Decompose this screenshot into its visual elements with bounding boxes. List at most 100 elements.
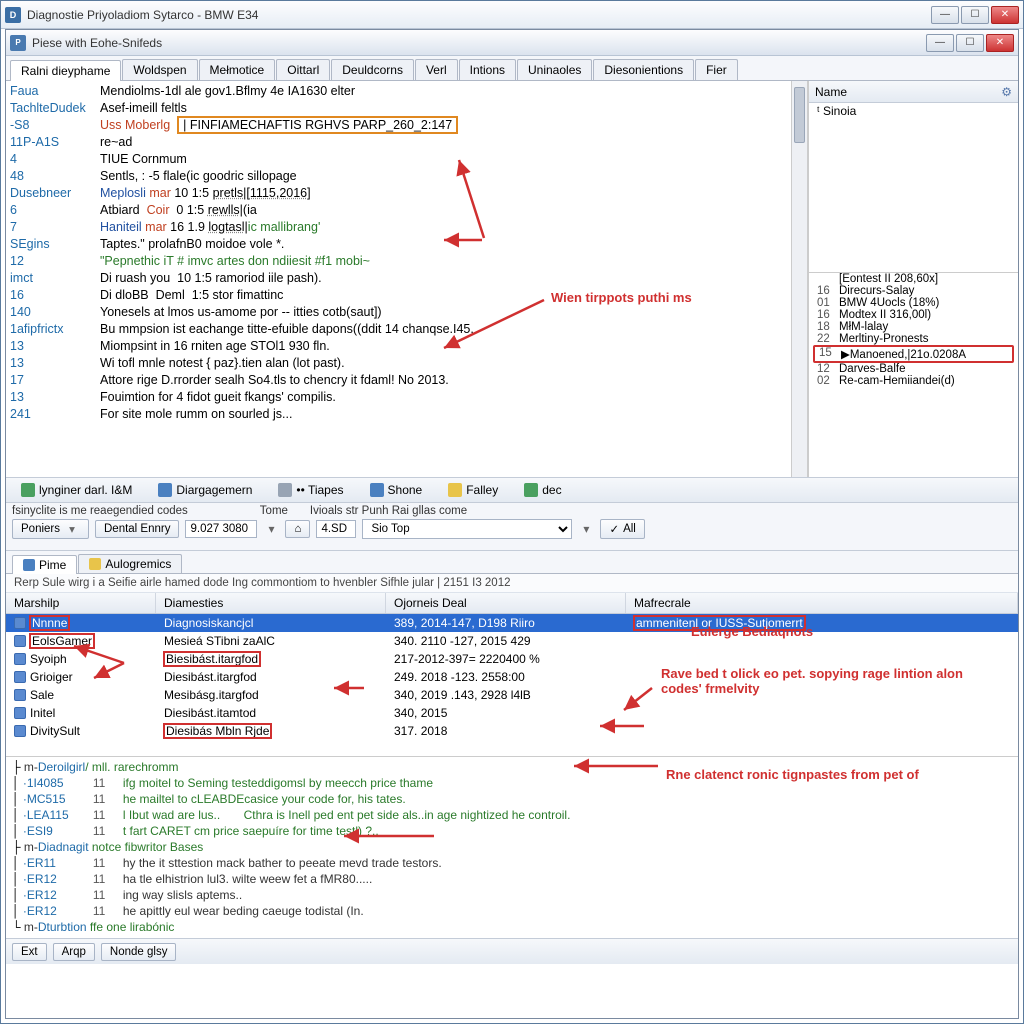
grid-row[interactable]: InitelDiesibást.itamtod340, 2015 <box>6 704 1018 722</box>
code-line[interactable]: 4TIUE Cornmum <box>10 151 803 168</box>
tab-0[interactable]: Ralni dieyphame <box>10 60 121 81</box>
grid-row[interactable]: GrioigerDiesibást.itargfod249. 2018 -123… <box>6 668 1018 686</box>
side-bottom-list[interactable]: [Eontest II 208,60x]16Direcurs-Salay01BM… <box>809 273 1018 477</box>
diag-line[interactable]: │ ·ER1111hy the it sttestion mack bather… <box>12 855 1012 871</box>
code-line[interactable]: 140Yonesels at lmos us-amome por -- itti… <box>10 304 803 321</box>
side-list-item[interactable]: 15▶Manoened,|21o.0208A <box>813 345 1014 363</box>
code-line[interactable]: 1afipfrictxBu mmpsion ist eachange titte… <box>10 321 803 338</box>
side-list-item[interactable]: 01BMW 4Uocls (18%) <box>809 297 1018 309</box>
midbar-falley[interactable]: Falley <box>439 480 507 500</box>
code-line[interactable]: 13Fouimtion for 4 fidot gueit fkangs' co… <box>10 389 803 406</box>
col-diamesties[interactable]: Diamesties <box>156 593 386 613</box>
diag-line[interactable]: ├ m-Diadnagit notce fibwritor Bases <box>12 839 1012 855</box>
inner-title: Piese with Eohe-Snifeds <box>32 36 926 50</box>
maximize-button[interactable]: ☐ <box>961 6 989 24</box>
diag-line[interactable]: │ ·ESI911t fart CARET cm price saepuíre … <box>12 823 1012 839</box>
code-line[interactable]: 11P-A1Sre~ad <box>10 134 803 151</box>
code-line[interactable]: 13Miompsint in 16 rniten age STOl1 930 f… <box>10 338 803 355</box>
diag-line[interactable]: │ ·MC51511he mailtel to cLEABDEcasice yo… <box>12 791 1012 807</box>
side-top-list[interactable]: ᵗ Sinoia <box>809 103 1018 273</box>
code-line[interactable]: 241For site mole rumm on sourled js... <box>10 406 803 423</box>
inner-titlebar: P Piese with Eohe-Snifeds — ☐ ✕ <box>6 30 1018 56</box>
tab-8[interactable]: Diesonientions <box>593 59 694 80</box>
minimize-button[interactable]: — <box>931 6 959 24</box>
side-list-item[interactable]: 02Re-cam-Hemiiandei(d) <box>809 375 1018 387</box>
diag-line[interactable]: └ m-Dturbtion ffe one lirabónic <box>12 919 1012 935</box>
code-line[interactable]: FauaMendiolms-1dl ale gov1.Bflmy 4e IA16… <box>10 83 803 100</box>
value1-input[interactable] <box>185 520 257 538</box>
subtab-1[interactable]: Aulogremics <box>78 554 182 573</box>
middle-toolbar: lynginer darl. I&M Diargagemern •• Tiapes S… <box>6 477 1018 503</box>
status-arqp[interactable]: Arqp <box>53 943 95 961</box>
tab-1[interactable]: Woldspen <box>122 59 197 80</box>
grid-body[interactable]: NnnneDiagnosiskancjcl389, 2014-147, D198… <box>6 614 1018 756</box>
col-mafrecrale[interactable]: Mafrecrale <box>626 593 1018 613</box>
tab-3[interactable]: Oittarl <box>276 59 330 80</box>
value2-input[interactable] <box>316 520 356 538</box>
home-icon-button[interactable]: ⌂ <box>285 520 310 538</box>
tab-9[interactable]: Fier <box>695 59 738 80</box>
inner-maximize-button[interactable]: ☐ <box>956 34 984 52</box>
app-icon: D <box>5 7 21 23</box>
midbar-tiapes[interactable]: •• Tiapes <box>269 480 352 500</box>
diag-line[interactable]: │ ·ER1211ha tle elhistrion lul3. wilte w… <box>12 871 1012 887</box>
tab-5[interactable]: Verl <box>415 59 458 80</box>
gear-icon[interactable]: ⚙ <box>1001 85 1012 99</box>
code-line[interactable]: 6Atbiard Coir 0 1:5 rewlls|(ia <box>10 202 803 219</box>
side-list-item[interactable]: 22Merltiny-Pronests <box>809 333 1018 345</box>
vertical-scrollbar[interactable] <box>791 81 807 477</box>
grid-row[interactable]: SaleMesibásg.itargfod340, 2019 .143, 292… <box>6 686 1018 704</box>
dental-ennry-button[interactable]: Dental Ennry <box>95 520 179 538</box>
side-item[interactable]: ᵗ Sinoia <box>809 103 1018 119</box>
side-list-item[interactable]: 12Darves-Balfe <box>809 363 1018 375</box>
code-line[interactable]: -S8Uss Moberlg | FINFIAMECHAFTIS RGHVS P… <box>10 117 803 134</box>
code-line[interactable]: SEginsTaptes." prolafnB0 moidoe vole *. <box>10 236 803 253</box>
code-line[interactable]: 17Attore rige D.rrorder sealh So4.tls to… <box>10 372 803 389</box>
code-line[interactable]: 48Sentls, : -5 flale(ic goodric sillopag… <box>10 168 803 185</box>
inner-close-button[interactable]: ✕ <box>986 34 1014 52</box>
grid-row[interactable]: NnnneDiagnosiskancjcl389, 2014-147, D198… <box>6 614 1018 632</box>
midbar-shone[interactable]: Shone <box>361 480 432 500</box>
code-line[interactable]: 7Haniteil mar 16 1.9 logtasl|ic mallibra… <box>10 219 803 236</box>
diag-line[interactable]: │ ·ER1211ing way slisls aptems.. <box>12 887 1012 903</box>
code-line[interactable]: 12"Pepnethic iT # imvc artes don ndiiesi… <box>10 253 803 270</box>
diag-line[interactable]: │ ·LEA11511l Ibut wad are lus.. Cthra is… <box>12 807 1012 823</box>
subtab-0[interactable]: Pime <box>12 555 77 574</box>
tab-6[interactable]: Intions <box>459 59 516 80</box>
diag-line[interactable]: │ ·ER1211he apittly eul wear beding caeu… <box>12 903 1012 919</box>
code-line[interactable]: TachlteDudekAsef-imeill feltls <box>10 100 803 117</box>
diag-line[interactable]: ├ m-Deroilgirl/ mll. rarechromm <box>12 759 1012 775</box>
status-ext[interactable]: Ext <box>12 943 47 961</box>
tome-label: Tome <box>260 505 288 517</box>
code-line[interactable]: imctDi ruash you 10 1:5 ramoriod iile pa… <box>10 270 803 287</box>
outer-titlebar: D Diagnostie Priyoladiom Sytarco - BMW E… <box>1 1 1023 29</box>
status-nonde glsy[interactable]: Nonde glsy <box>101 943 177 961</box>
side-name-label: Name <box>815 85 847 99</box>
side-list-item[interactable]: 18MłM-lalay <box>809 321 1018 333</box>
code-editor[interactable]: FauaMendiolms-1dl ale gov1.Bflmy 4e IA16… <box>6 81 808 477</box>
code-line[interactable]: 16Di dloBB Deml 1:5 stor fimattinc <box>10 287 803 304</box>
all-button[interactable]: ✓ All <box>600 519 644 539</box>
grid-row[interactable]: SyoiphBiesibást.itargfod217-2012-397= 22… <box>6 650 1018 668</box>
siotop-select[interactable]: Sio Top <box>362 519 572 539</box>
diag-line[interactable]: │ ·1I408511ifg moitel to Seming testeddi… <box>12 775 1012 791</box>
code-line[interactable]: 13Wi tofl mnle notest { paz}.tien alan (… <box>10 355 803 372</box>
col-marshilp[interactable]: Marshilp <box>6 593 156 613</box>
code-line[interactable]: DusebneerMeplosli mar 10 1:5 pretls|[111… <box>10 185 803 202</box>
tab-2[interactable]: Mełmotice <box>199 59 276 80</box>
diagnostics-pane[interactable]: ├ m-Deroilgirl/ mll. rarechromm│ ·1I4085… <box>6 756 1018 938</box>
midbar-dec[interactable]: dec <box>515 480 570 500</box>
inner-minimize-button[interactable]: — <box>926 34 954 52</box>
col-ojorneis[interactable]: Ojorneis Deal <box>386 593 626 613</box>
grid-row[interactable]: DivitySultDiesibás Mbln Rjde317. 2018 <box>6 722 1018 740</box>
close-button[interactable]: ✕ <box>991 6 1019 24</box>
tab-4[interactable]: Deuldcorns <box>331 59 414 80</box>
side-list-item[interactable]: 16Direcurs-Salay <box>809 285 1018 297</box>
midbar-diargagemern[interactable]: Diargagemern <box>149 480 261 500</box>
side-list-item[interactable]: 16Modtex II 316,00l) <box>809 309 1018 321</box>
grid-header: Marshilp Diamesties Ojorneis Deal Mafrec… <box>6 593 1018 614</box>
poniers-button[interactable]: Poniers▾ <box>12 519 89 539</box>
midbar-lynginerdarlim[interactable]: lynginer darl. I&M <box>12 480 141 500</box>
tab-7[interactable]: Uninaoles <box>517 59 592 80</box>
grid-row[interactable]: EolsGamerMesieá STibni zaAlC340. 2110 -1… <box>6 632 1018 650</box>
